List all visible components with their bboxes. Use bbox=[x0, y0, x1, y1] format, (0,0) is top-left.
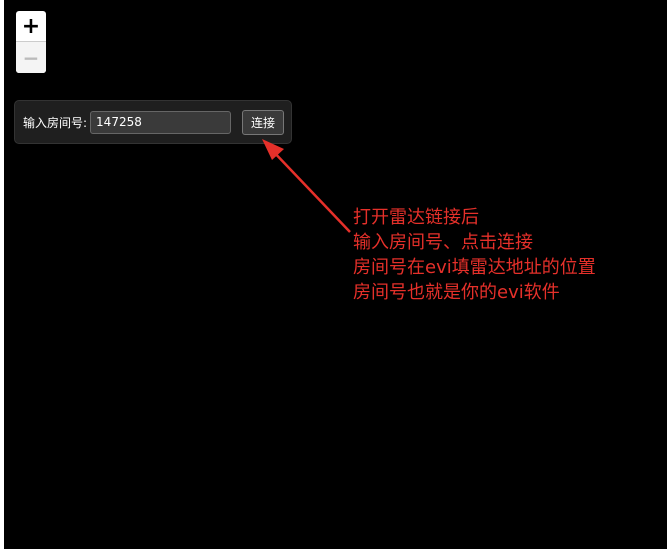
room-number-input[interactable] bbox=[90, 110, 232, 134]
zoom-control: + − bbox=[16, 11, 46, 73]
annotation-line: 输入房间号、点击连接 bbox=[353, 232, 533, 253]
annotation-text: 打开雷达链接后 输入房间号、点击连接 房间号在evi填雷达地址的位置 房间号也就… bbox=[353, 205, 596, 305]
zoom-out-button[interactable]: − bbox=[16, 42, 46, 73]
room-connect-panel: 输入房间号: 连接 bbox=[14, 100, 292, 144]
room-number-label: 输入房间号: bbox=[23, 115, 88, 130]
annotation-line: 房间号在evi填雷达地址的位置 bbox=[353, 257, 596, 278]
annotation-line: 打开雷达链接后 bbox=[353, 207, 479, 228]
connect-button[interactable]: 连接 bbox=[242, 109, 285, 135]
annotation-line: 房间号也就是你的evi软件 bbox=[353, 282, 560, 303]
zoom-in-button[interactable]: + bbox=[16, 11, 46, 42]
